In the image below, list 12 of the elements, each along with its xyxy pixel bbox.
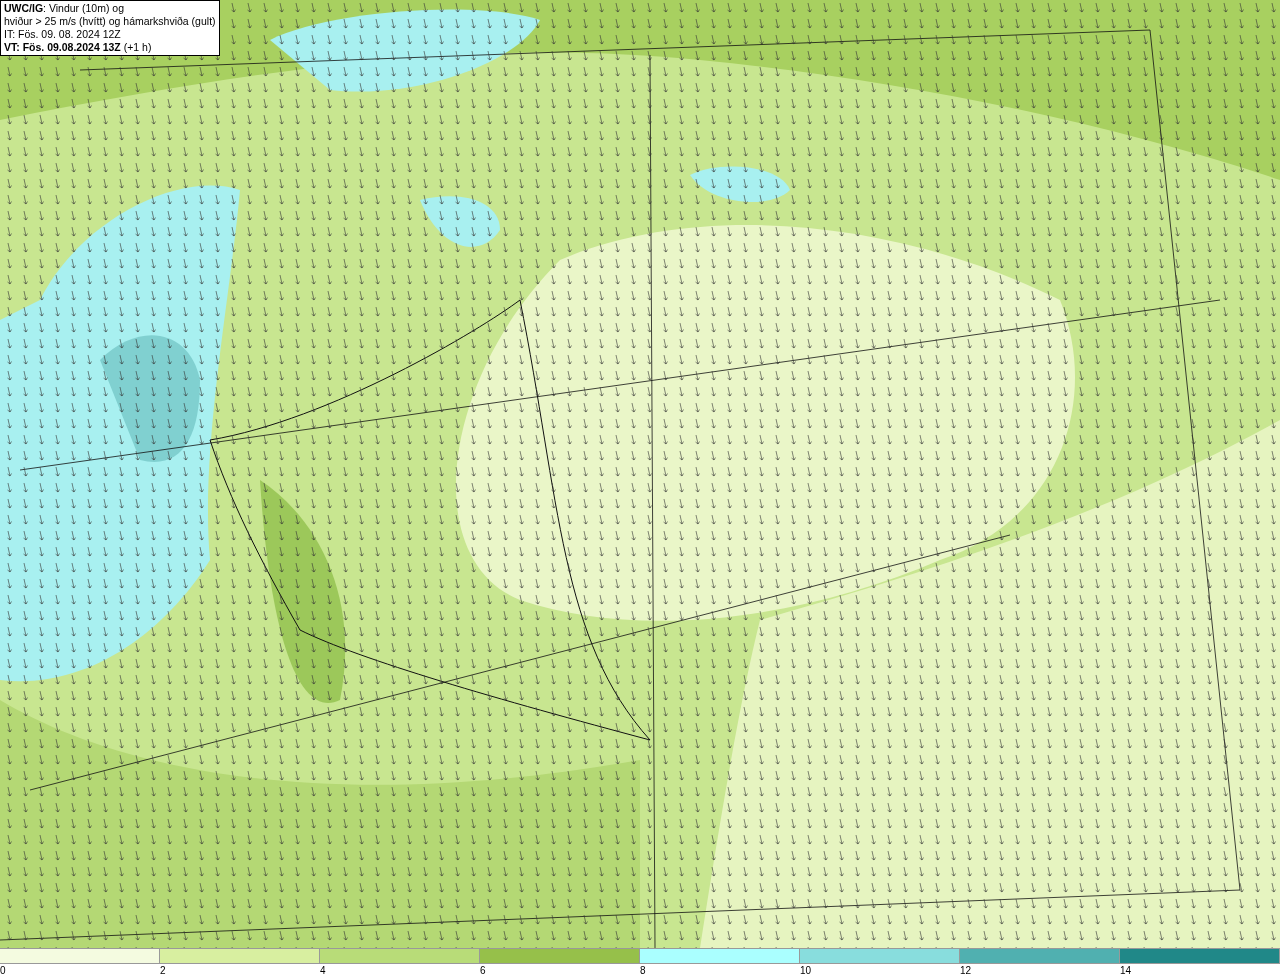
colorbar-tick-label: 8	[640, 964, 646, 978]
colorbar-tick-label: 12	[960, 964, 972, 978]
colorbar-tick-label: 4	[320, 964, 326, 978]
legend-text: hviður > 25 m/s (hvítt) og hámarkshviða (gult)	[4, 15, 216, 28]
legend-text: IT: Fös. 09. 08. 2024 12Z	[4, 28, 122, 41]
legend-text: VT: Fös. 09.08.2024 13Z (+1 h)	[4, 41, 153, 54]
colorbar-tick-label: 2	[160, 964, 166, 978]
colorbar-tick-label: 0	[0, 964, 6, 978]
colorbar-tick-label: 6	[480, 964, 486, 978]
colorbar-tick-label: 14	[1120, 964, 1132, 978]
colorbar-tick-label: 10	[800, 964, 812, 978]
legend-text: UWC/IG: Vindur (10m) og	[4, 2, 125, 15]
